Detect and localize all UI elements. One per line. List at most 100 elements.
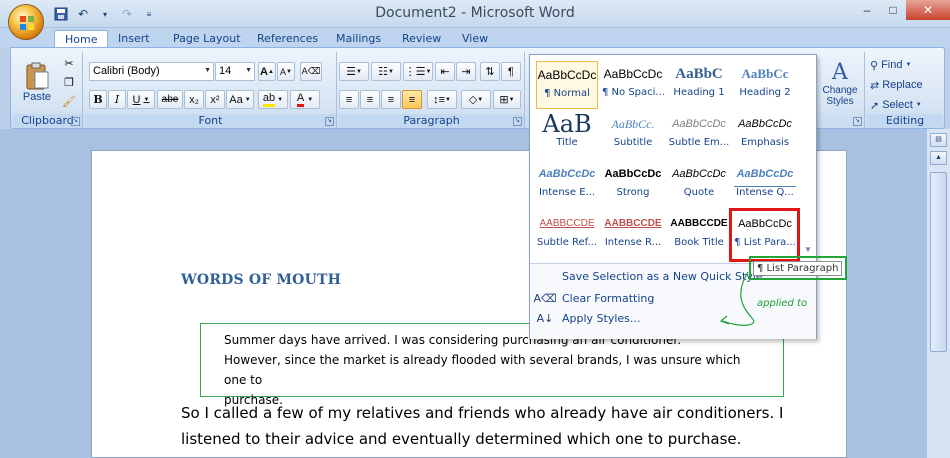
apply-styles-icon: A↓	[536, 311, 554, 325]
bullets-icon[interactable]: ☰ ▼	[339, 62, 369, 81]
highlight-color-button[interactable]: ab ▼	[258, 90, 288, 109]
scroll-up-icon[interactable]: ▲	[930, 151, 947, 165]
superscript-button[interactable]: x²	[205, 90, 225, 109]
style-name: Subtle Ref...	[536, 237, 598, 248]
strikethrough-button[interactable]: abe	[157, 90, 183, 109]
bold-button[interactable]: B	[89, 90, 107, 109]
apply-styles-label: Apply Styles...	[562, 311, 641, 325]
style-preview: AaBbCcDc	[604, 168, 662, 180]
select-label: Select	[882, 99, 913, 111]
font-name-combo[interactable]: Calibri (Body) ▼	[89, 62, 214, 81]
document-heading[interactable]: WORDS OF MOUTH	[181, 272, 341, 288]
style-name: Intense R...	[604, 237, 662, 248]
numbering-icon[interactable]: ☷ ▼	[371, 62, 401, 81]
change-styles-button[interactable]: A Change Styles	[817, 54, 863, 112]
gallery-more-icon[interactable]: ▼	[804, 245, 812, 254]
body-paragraph[interactable]: So I called a few of my relatives and fr…	[181, 400, 801, 452]
style-subtleref[interactable]: AABBCCDE Subtle Ref...	[536, 211, 598, 259]
show-formatting-icon[interactable]: ¶	[501, 62, 521, 81]
select-button[interactable]: ➚ Select ▼	[869, 96, 939, 114]
minimize-button[interactable]: –	[854, 0, 880, 20]
style-strong[interactable]: AaBbCcDc Strong	[602, 161, 664, 209]
align-left-icon[interactable]: ≡	[339, 90, 359, 109]
chevron-down-icon: ▼	[204, 67, 211, 74]
decrease-indent-icon[interactable]: ⇤	[435, 62, 455, 81]
style-title[interactable]: AaB Title	[536, 111, 598, 159]
style-subtleem[interactable]: AaBbCcDc Subtle Em...	[668, 111, 730, 159]
style-h1[interactable]: AaBbC Heading 1	[668, 61, 730, 109]
close-button[interactable]: ✕	[906, 0, 950, 20]
tab-references[interactable]: References	[257, 30, 318, 48]
clear-format-icon[interactable]: A⌫	[300, 62, 322, 81]
style-emphasis[interactable]: AaBbCcDc Emphasis	[734, 111, 796, 159]
window-title: Document2 - Microsoft Word	[375, 5, 575, 21]
body-paragraph-line: So I called a few of my relatives and fr…	[181, 404, 784, 422]
font-size-combo[interactable]: 14 ▼	[215, 62, 255, 81]
style-normal[interactable]: AaBbCcDc ¶ Normal	[536, 61, 598, 109]
align-center-icon[interactable]: ≡	[360, 90, 380, 109]
list-paragraph-style-highlight	[729, 208, 800, 262]
ruler-toggle-icon[interactable]: ▤	[930, 133, 947, 147]
paragraph-group-label: Paragraph	[339, 114, 524, 128]
font-group: Calibri (Body) ▼ 14 ▼ A ▲ A ▼ A⌫ B I U ▼ abe …	[85, 52, 337, 128]
style-preview: AABBCCDE	[539, 218, 595, 229]
copy-icon[interactable]: ❐	[59, 73, 79, 91]
style-preview: AABBCCDE	[604, 218, 662, 229]
italic-button[interactable]: I	[108, 90, 126, 109]
justify-icon[interactable]: ≡	[402, 90, 422, 109]
tab-mailings[interactable]: Mailings	[336, 30, 381, 48]
vertical-scrollbar[interactable]: ▤ ▲	[926, 129, 950, 458]
paragraph-launcher-icon[interactable]: ↘	[513, 117, 522, 126]
scroll-thumb[interactable]	[930, 172, 947, 352]
sort-icon[interactable]: ⇅	[480, 62, 500, 81]
font-color-button[interactable]: A ▼	[290, 90, 320, 109]
body-paragraph-line: listened to their advice and eventually …	[181, 430, 742, 448]
tab-insert[interactable]: Insert	[118, 30, 150, 48]
font-color-icon: A	[296, 92, 305, 107]
office-button[interactable]	[8, 4, 44, 40]
style-intenseem[interactable]: AaBbCcDc Intense E...	[536, 161, 598, 209]
style-name: ¶ No Spaci...	[602, 87, 664, 98]
find-button[interactable]: ⚲ Find ▼	[869, 56, 939, 74]
change-case-label: Aa	[229, 93, 243, 106]
change-case-button[interactable]: Aa ▼	[226, 90, 254, 109]
multilevel-list-icon[interactable]: ⋮☰ ▼	[403, 62, 433, 81]
format-painter-icon[interactable]: 🖌	[59, 92, 79, 110]
font-size-value: 14	[219, 65, 232, 77]
style-intenseq[interactable]: AaBbCcDc Intense Q...	[734, 161, 796, 209]
shrink-font-button[interactable]: A ▼	[277, 62, 295, 81]
underline-label: U	[132, 93, 141, 106]
increase-indent-icon[interactable]: ⇥	[456, 62, 476, 81]
list-paragraph[interactable]: Summer days have arrived. I was consider…	[224, 330, 764, 410]
style-preview: AaBbCc.	[611, 117, 655, 131]
style-name: Heading 2	[739, 87, 791, 98]
style-name: Heading 1	[673, 87, 725, 98]
align-right-icon[interactable]: ≡	[381, 90, 401, 109]
style-nospacing[interactable]: AaBbCcDc ¶ No Spaci...	[602, 61, 664, 109]
tab-page-layout[interactable]: Page Layout	[173, 30, 241, 48]
maximize-button[interactable]: □	[880, 0, 906, 20]
clipboard-launcher-icon[interactable]: ↘	[71, 117, 80, 126]
replace-button[interactable]: ⇄ Replace	[869, 76, 939, 94]
borders-icon[interactable]: ⊞ ▼	[493, 90, 521, 109]
grow-font-button[interactable]: A ▲	[258, 62, 276, 81]
shading-icon[interactable]: ◇ ▼	[461, 90, 491, 109]
tab-view[interactable]: View	[462, 30, 488, 48]
underline-button[interactable]: U ▼	[127, 90, 155, 109]
cut-icon[interactable]: ✂	[59, 54, 79, 72]
style-subtitle[interactable]: AaBbCc. Subtitle	[602, 111, 664, 159]
paste-button[interactable]: Paste	[17, 54, 57, 110]
apply-styles-item[interactable]: A↓ Apply Styles...	[534, 308, 812, 328]
tab-review[interactable]: Review	[402, 30, 441, 48]
font-launcher-icon[interactable]: ↘	[325, 117, 334, 126]
style-intenseref[interactable]: AABBCCDE Intense R...	[602, 211, 664, 259]
paste-icon	[26, 62, 49, 90]
style-quote[interactable]: AaBbCcDc Quote	[668, 161, 730, 209]
subscript-button[interactable]: x₂	[184, 90, 204, 109]
style-h2[interactable]: AaBbCc Heading 2	[734, 61, 796, 109]
line-spacing-icon[interactable]: ↕≡ ▼	[427, 90, 457, 109]
style-booktitle[interactable]: AABBCCDE Book Title	[668, 211, 730, 259]
style-preview: AaBbCcDc	[738, 118, 792, 130]
styles-launcher-icon[interactable]: ↘	[853, 117, 862, 126]
style-name: Subtle Em...	[668, 137, 730, 148]
